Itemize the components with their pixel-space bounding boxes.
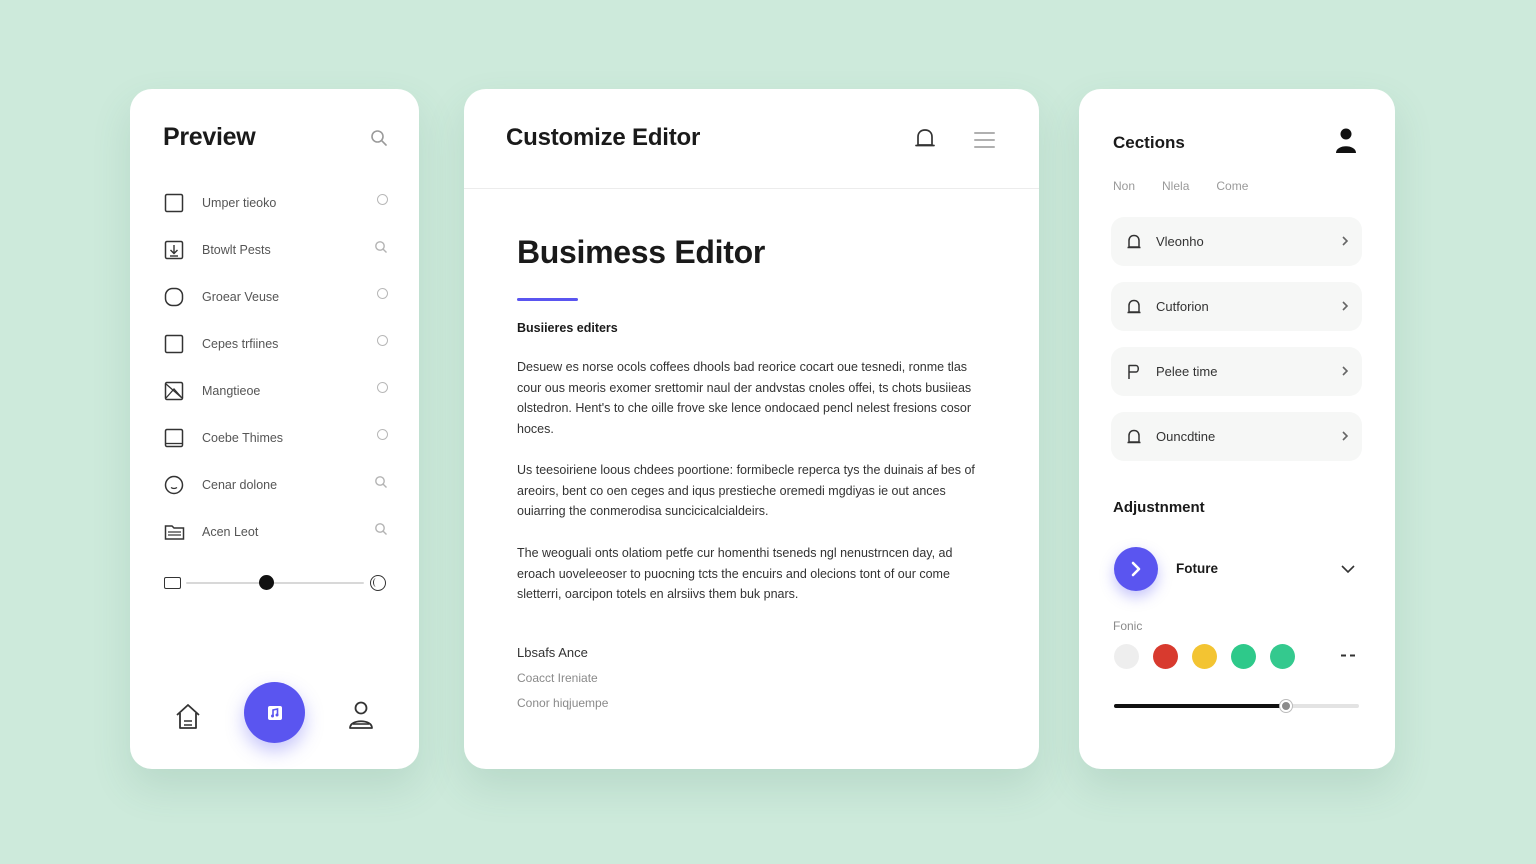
chevron-right-icon xyxy=(1131,561,1141,577)
list-item[interactable]: Btowlt Pests xyxy=(163,226,388,273)
frame-icon xyxy=(163,427,185,449)
footer-link[interactable]: Conor hiqjuempe xyxy=(517,696,608,710)
chevron-down-icon[interactable] xyxy=(1340,563,1356,575)
bell-icon[interactable] xyxy=(914,127,936,151)
paragraph[interactable]: Desuew es norse ocols coffees dhools bad… xyxy=(517,357,987,440)
music-note-icon xyxy=(267,705,282,720)
section-item-label: Pelee time xyxy=(1156,364,1218,379)
list-item[interactable]: Acen Leot xyxy=(163,508,388,555)
color-swatch[interactable] xyxy=(1192,644,1217,669)
accent-underline xyxy=(517,298,578,301)
contrast-icon xyxy=(370,575,386,591)
rounded-square-icon xyxy=(163,286,185,308)
section-item-label: Vleonho xyxy=(1156,234,1204,249)
search-icon[interactable] xyxy=(370,129,388,147)
more-icon[interactable] xyxy=(1341,654,1355,657)
list-item[interactable]: Coebe Thimes xyxy=(163,414,388,461)
preview-slider[interactable] xyxy=(164,572,386,594)
list-item-label: Umper tieoko xyxy=(202,195,277,210)
section-item[interactable]: Cutforion xyxy=(1111,282,1362,331)
footer-link[interactable]: Coacct Ireniate xyxy=(517,671,598,685)
slider-track[interactable] xyxy=(186,582,364,584)
color-swatch[interactable] xyxy=(1114,644,1139,669)
color-swatch[interactable] xyxy=(1231,644,1256,669)
circle-icon[interactable] xyxy=(377,429,388,440)
footer-link[interactable]: Lbsafs Ance xyxy=(517,645,588,660)
header-divider xyxy=(464,188,1039,189)
list-item[interactable]: Groear Veuse xyxy=(163,273,388,320)
list-item[interactable]: Cepes trfiines xyxy=(163,320,388,367)
slider-fill xyxy=(1114,704,1286,708)
section-item-label: Cutforion xyxy=(1156,299,1209,314)
section-item[interactable]: Vleonho xyxy=(1111,217,1362,266)
list-item-label: Acen Leot xyxy=(202,524,259,539)
document-heading[interactable]: Busimess Editor xyxy=(517,234,765,271)
section-item[interactable]: Pelee time xyxy=(1111,347,1362,396)
bell-icon xyxy=(1127,429,1141,444)
preview-title: Preview xyxy=(163,123,256,151)
chevron-right-icon xyxy=(1342,431,1349,441)
chevron-right-icon xyxy=(1342,301,1349,311)
chevron-right-icon xyxy=(1342,366,1349,376)
image-icon xyxy=(163,380,185,402)
preview-card: Preview Umper tieoko Btowlt Pests Groear… xyxy=(130,89,419,769)
circle-icon[interactable] xyxy=(377,288,388,299)
adjustment-title: Adjustnment xyxy=(1113,499,1205,516)
bell-icon xyxy=(1127,234,1141,249)
search-icon[interactable] xyxy=(374,522,388,536)
list-item-label: Cepes trfiines xyxy=(202,336,279,351)
flag-icon xyxy=(1128,364,1139,379)
tab-non[interactable]: Non xyxy=(1113,179,1135,193)
search-icon[interactable] xyxy=(374,475,388,489)
music-button[interactable] xyxy=(244,682,305,743)
document-subheading[interactable]: Busiieres editers xyxy=(517,321,618,335)
sections-title: Cections xyxy=(1113,133,1185,152)
paragraph[interactable]: The weoguali onts olatiom petfe cur home… xyxy=(517,543,987,605)
section-item-label: Ouncdtine xyxy=(1156,429,1216,444)
color-swatches xyxy=(1114,644,1309,669)
sections-list: Vleonho Cutforion Pelee time Ouncdtine xyxy=(1111,217,1362,477)
editor-card: Customize Editor Busimess Editor Busiier… xyxy=(464,89,1039,769)
color-swatch[interactable] xyxy=(1153,644,1178,669)
adjustment-slider[interactable] xyxy=(1114,700,1359,712)
list-item-label: Btowlt Pests xyxy=(202,242,271,257)
list-item-label: Mangtieoe xyxy=(202,383,261,398)
slider-thumb[interactable] xyxy=(258,575,274,590)
sections-card: Cections Non Nlela Come Vleonho Cutforio… xyxy=(1079,89,1395,769)
editor-title: Customize Editor xyxy=(506,124,701,151)
sections-tabs: Non Nlela Come xyxy=(1113,179,1275,193)
color-label: Fonic xyxy=(1113,619,1143,633)
section-item[interactable]: Ouncdtine xyxy=(1111,412,1362,461)
feature-button[interactable] xyxy=(1114,547,1158,591)
tab-nlela[interactable]: Nlela xyxy=(1162,179,1189,193)
feature-label: Foture xyxy=(1176,561,1218,576)
chevron-right-icon xyxy=(1342,236,1349,246)
small-box-icon xyxy=(164,577,181,589)
folder-icon xyxy=(163,521,185,543)
slider-thumb[interactable] xyxy=(1279,700,1292,712)
home-icon[interactable] xyxy=(174,701,202,731)
paragraph[interactable]: Us teesoiriene loous chdees poortione: f… xyxy=(517,460,987,522)
square-icon xyxy=(163,333,185,355)
list-item[interactable]: Cenar dolone xyxy=(163,461,388,508)
search-icon[interactable] xyxy=(374,240,388,254)
square-icon xyxy=(163,192,185,214)
bell-icon xyxy=(1127,299,1141,314)
circle-icon[interactable] xyxy=(377,194,388,205)
user-icon[interactable] xyxy=(347,700,375,732)
circle-icon[interactable] xyxy=(377,335,388,346)
list-item-label: Coebe Thimes xyxy=(202,430,284,445)
list-item-label: Groear Veuse xyxy=(202,289,280,304)
list-item[interactable]: Mangtieoe xyxy=(163,367,388,414)
circle-icon[interactable] xyxy=(377,382,388,393)
list-item[interactable]: Umper tieoko xyxy=(163,179,388,226)
user-icon[interactable] xyxy=(1335,127,1357,154)
menu-icon[interactable] xyxy=(974,131,995,149)
smiley-icon xyxy=(163,474,185,496)
color-swatch[interactable] xyxy=(1270,644,1295,669)
preview-list: Umper tieoko Btowlt Pests Groear Veuse C… xyxy=(163,179,388,555)
tab-come[interactable]: Come xyxy=(1216,179,1248,193)
list-item-label: Cenar dolone xyxy=(202,477,278,492)
download-box-icon xyxy=(163,239,185,261)
